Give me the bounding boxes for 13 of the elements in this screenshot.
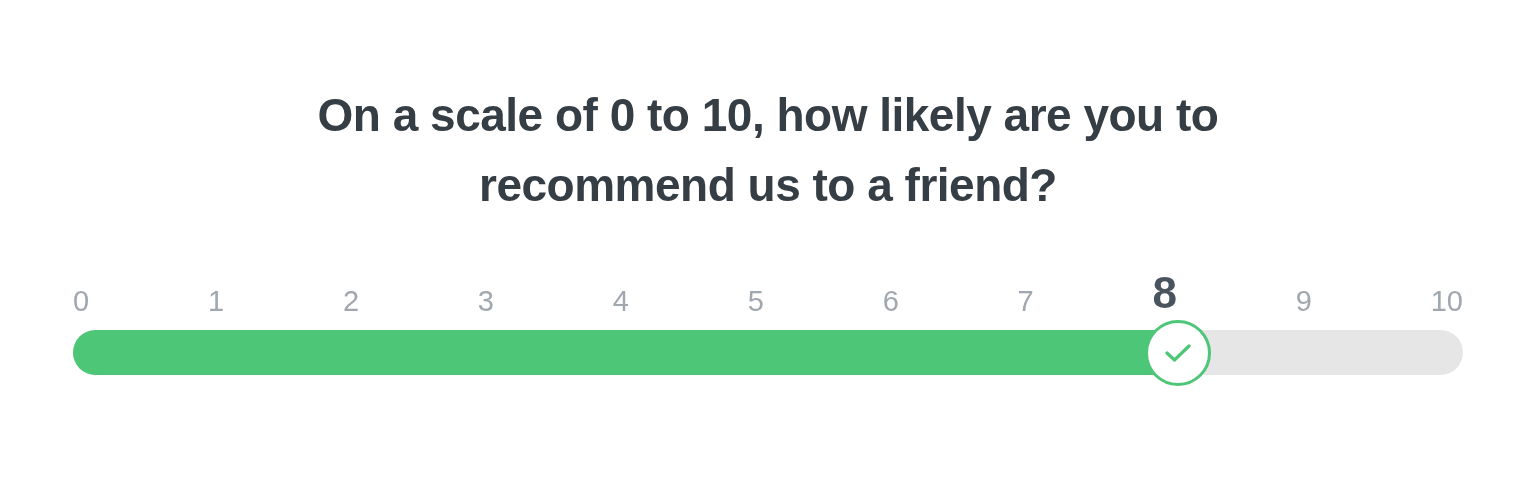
check-icon <box>1165 342 1192 363</box>
scale-label[interactable]: 10 <box>1430 284 1463 318</box>
scale-label[interactable]: 1 <box>207 284 225 318</box>
scale-label[interactable]: 0 <box>73 284 90 318</box>
scale-label[interactable]: 6 <box>882 284 899 318</box>
scale-label[interactable]: 3 <box>477 284 494 318</box>
scale-label[interactable]: 2 <box>342 284 359 318</box>
scale-label[interactable]: 8 <box>1152 268 1177 318</box>
scale-label[interactable]: 4 <box>612 284 629 318</box>
scale-label[interactable]: 9 <box>1295 284 1312 318</box>
scale-label[interactable]: 5 <box>747 284 764 318</box>
scale-label[interactable]: 7 <box>1017 284 1034 318</box>
question-text: On a scale of 0 to 10, how likely are you to recommend us to a friend? <box>316 88 1220 213</box>
